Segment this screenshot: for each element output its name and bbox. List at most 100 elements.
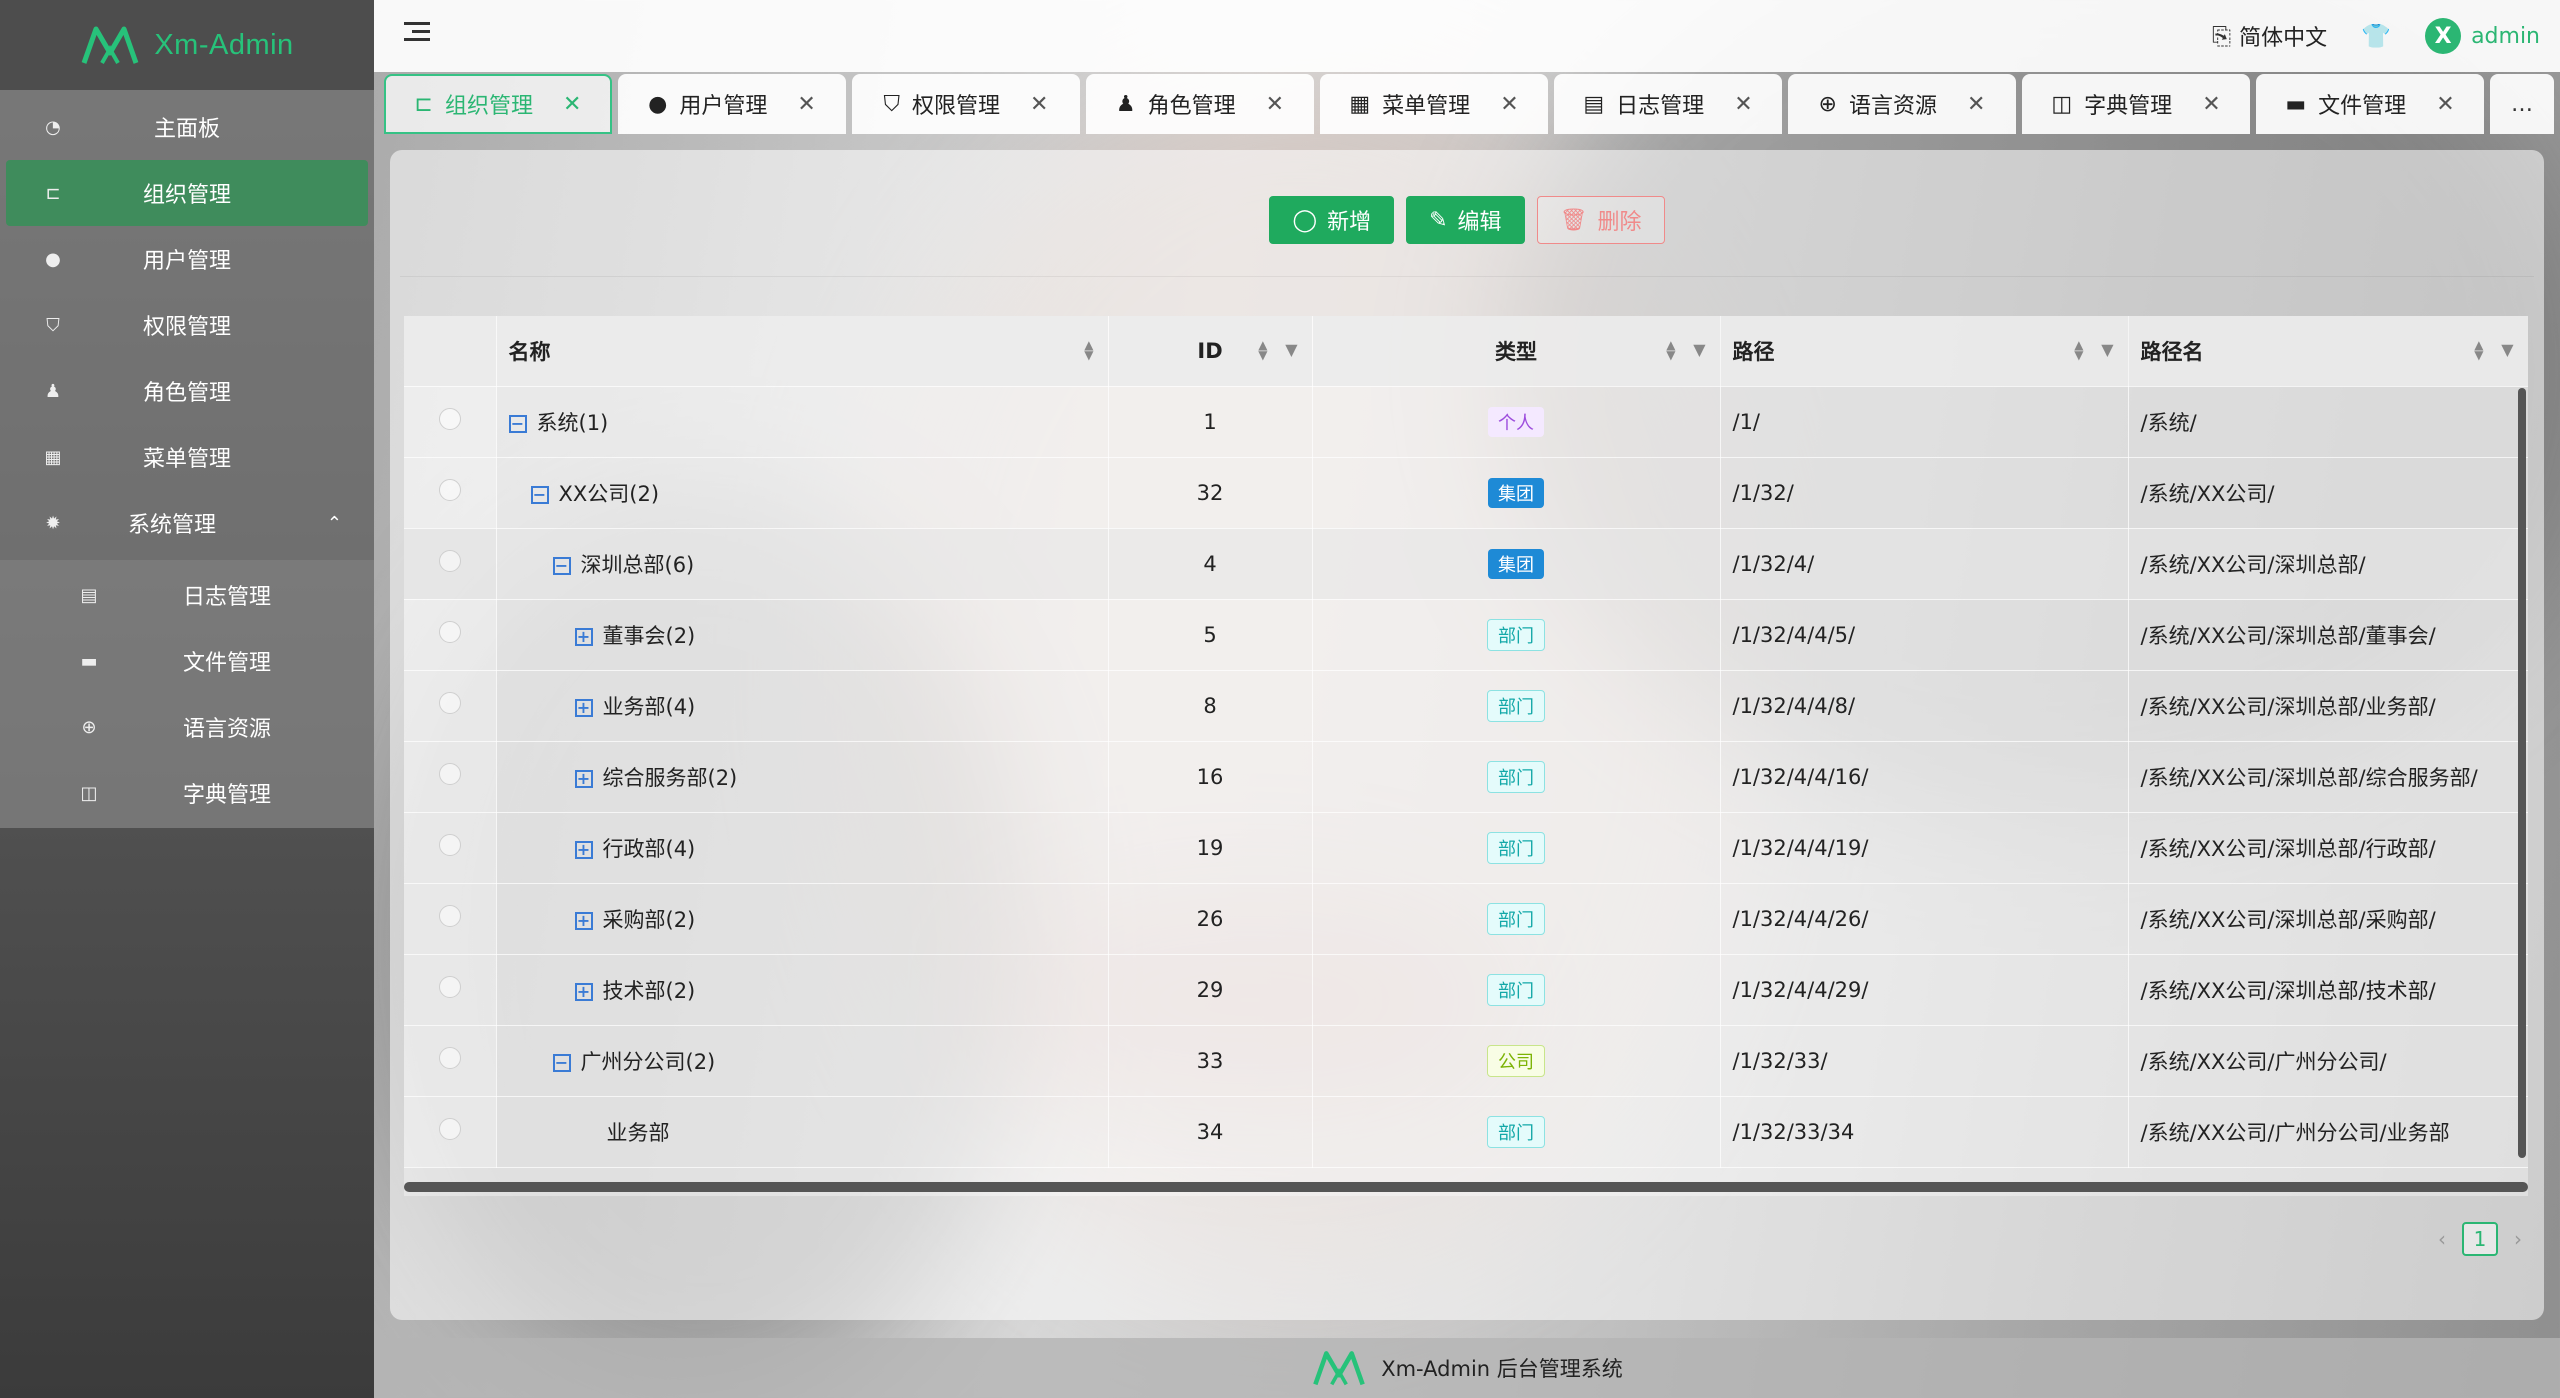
row-radio[interactable] [438, 1047, 461, 1069]
close-icon[interactable]: ✕ [1266, 92, 1284, 117]
row-radio[interactable] [438, 550, 461, 572]
user-menu[interactable]: Ⅹ admin [2425, 18, 2540, 54]
close-icon[interactable]: ✕ [563, 92, 581, 117]
table-row[interactable]: − 深圳总部(6) 4 集团/1/32/4//系统/XX公司/深圳总部/ [404, 528, 2528, 600]
table-row[interactable]: − XX公司(2) 32 集团/1/32//系统/XX公司/ [404, 457, 2528, 529]
org-chart-icon: ⊏ [414, 91, 433, 117]
expand-icon[interactable]: + [574, 911, 593, 930]
sort-icon[interactable]: ▲ ▼ [2474, 339, 2483, 361]
tab-files[interactable]: ▬ 文件管理 ✕ [2256, 74, 2484, 134]
close-icon[interactable]: ✕ [1500, 92, 1518, 117]
close-icon[interactable]: ✕ [1967, 92, 1985, 117]
name-text: 系统(1) [536, 410, 609, 435]
sidebar-item-languages[interactable]: ⊕ 语言资源 [0, 694, 374, 760]
filter-icon[interactable]: ▼ [2501, 340, 2513, 359]
cell-path-name: /系统/XX公司/深圳总部/综合服务部/ [2128, 741, 2528, 813]
cell-path-name: /系统/XX公司/深圳总部/行政部/ [2128, 812, 2528, 884]
row-radio[interactable] [438, 905, 461, 927]
filter-icon[interactable]: ▼ [1693, 340, 1705, 359]
table-row[interactable]: − 广州分公司(2) 33 公司/1/32/33//系统/XX公司/广州分公司/ [404, 1025, 2528, 1097]
sidebar-item-system[interactable]: ✹ 系统管理 ⌃ [0, 490, 374, 556]
table-row[interactable]: − 系统(1) 1 个人/1//系统/ [404, 386, 2528, 458]
horizontal-scrollbar[interactable] [404, 1182, 2528, 1192]
tab-organization[interactable]: ⊏ 组织管理 ✕ [384, 74, 612, 134]
row-radio[interactable] [438, 408, 461, 430]
filter-icon[interactable]: ▼ [2101, 340, 2113, 359]
sort-icon[interactable]: ▲ ▼ [1666, 339, 1675, 361]
column-header-path[interactable]: 路径 ▲ ▼ ▼ [1720, 316, 2129, 387]
collapse-icon[interactable]: − [552, 1053, 571, 1072]
edit-button[interactable]: ✎ 编辑 [1406, 196, 1525, 244]
column-header-label: 路径名 [2140, 339, 2204, 364]
vertical-scrollbar[interactable] [2518, 388, 2526, 1158]
table-row[interactable]: + 综合服务部(2) 16 部门/1/32/4/4/16//系统/XX公司/深圳总部/… [404, 741, 2528, 813]
table-row[interactable]: + 董事会(2) 5 部门/1/32/4/4/5//系统/XX公司/深圳总部/董事会/ [404, 599, 2528, 671]
tab-roles[interactable]: ♟ 角色管理 ✕ [1086, 74, 1314, 134]
expand-icon[interactable]: + [574, 840, 593, 859]
row-radio[interactable] [438, 976, 461, 998]
row-radio[interactable] [438, 479, 461, 501]
prev-page-icon[interactable]: ‹ [2438, 1227, 2446, 1251]
tab-languages[interactable]: ⊕ 语言资源 ✕ [1788, 74, 2016, 134]
close-icon[interactable]: ✕ [2436, 92, 2454, 117]
sort-icon[interactable]: ▲ ▼ [1084, 339, 1093, 361]
table-row[interactable]: + 业务部(4) 8 部门/1/32/4/4/8//系统/XX公司/深圳总部/业务部/ [404, 670, 2528, 742]
column-header-path-name[interactable]: 路径名 ▲ ▼ ▼ [2128, 316, 2528, 387]
sidebar-item-organization[interactable]: ⊏ 组织管理 [6, 160, 368, 226]
collapse-icon[interactable]: − [508, 414, 527, 433]
expand-icon[interactable]: + [574, 627, 593, 646]
row-radio[interactable] [438, 834, 461, 856]
logo[interactable]: Xm-Admin [0, 0, 374, 90]
row-select-cell [404, 883, 497, 955]
sidebar-item-files[interactable]: ▬ 文件管理 [0, 628, 374, 694]
tab-permissions[interactable]: ⛉ 权限管理 ✕ [852, 74, 1080, 134]
cell-path: /1/32/4/4/29/ [1720, 954, 2129, 1026]
tab-users[interactable]: ● 用户管理 ✕ [618, 74, 846, 134]
sidebar-item-menus[interactable]: ▦ 菜单管理 [0, 424, 374, 490]
page-number[interactable]: 1 [2462, 1222, 2498, 1256]
tabs-more-button[interactable]: … [2490, 74, 2554, 134]
add-button[interactable]: ◯ 新增 [1269, 196, 1395, 244]
close-icon[interactable]: ✕ [1734, 92, 1752, 117]
tab-dictionary[interactable]: ◫ 字典管理 ✕ [2022, 74, 2250, 134]
sort-icon[interactable]: ▲ ▼ [2074, 339, 2083, 361]
row-radio[interactable] [438, 1118, 461, 1140]
tab-menus[interactable]: ▦ 菜单管理 ✕ [1320, 74, 1548, 134]
row-radio[interactable] [438, 763, 461, 785]
sidebar-item-logs[interactable]: ▤ 日志管理 [0, 562, 374, 628]
column-header-type[interactable]: 类型 ▲ ▼ ▼ [1312, 316, 1721, 387]
expand-icon[interactable]: + [574, 769, 593, 788]
close-icon[interactable]: ✕ [1030, 92, 1048, 117]
row-radio[interactable] [438, 621, 461, 643]
table-row[interactable]: 业务部 34 部门/1/32/33/34/系统/XX公司/广州分公司/业务部 [404, 1096, 2528, 1168]
column-header-id[interactable]: ID ▲ ▼ ▼ [1108, 316, 1313, 387]
sidebar-item-users[interactable]: ● 用户管理 [0, 226, 374, 292]
language-switcher[interactable]: ⎘ 简体中文 [2212, 20, 2327, 52]
sidebar-item-dashboard[interactable]: ◔ 主面板 [0, 94, 374, 160]
sidebar-item-roles[interactable]: ♟ 角色管理 [0, 358, 374, 424]
column-header-name[interactable]: 名称 ▲ ▼ [496, 316, 1109, 387]
next-page-icon[interactable]: › [2514, 1227, 2522, 1251]
collapse-menu-icon[interactable] [404, 22, 430, 44]
sidebar-item-dictionary[interactable]: ◫ 字典管理 [0, 760, 374, 826]
expand-icon[interactable]: + [574, 698, 593, 717]
tab-logs[interactable]: ▤ 日志管理 ✕ [1554, 74, 1782, 134]
cell-id: 32 [1108, 457, 1313, 529]
table-row[interactable]: + 采购部(2) 26 部门/1/32/4/4/26//系统/XX公司/深圳总部/采购… [404, 883, 2528, 955]
theme-shirt-icon[interactable]: 👕 [2361, 22, 2391, 50]
close-icon[interactable]: ✕ [797, 92, 815, 117]
row-radio[interactable] [438, 692, 461, 714]
sidebar-item-permissions[interactable]: ⛉ 权限管理 [0, 292, 374, 358]
table-row[interactable]: + 行政部(4) 19 部门/1/32/4/4/19//系统/XX公司/深圳总部/行政… [404, 812, 2528, 884]
table-row[interactable]: + 技术部(2) 29 部门/1/32/4/4/29//系统/XX公司/深圳总部/技术… [404, 954, 2528, 1026]
close-icon[interactable]: ✕ [2202, 92, 2220, 117]
delete-button[interactable]: 🗑 删除 [1536, 196, 1665, 244]
expand-icon[interactable]: + [574, 982, 593, 1001]
collapse-icon[interactable]: − [530, 485, 549, 504]
collapse-icon[interactable]: − [552, 556, 571, 575]
cell-path-name: /系统/XX公司/广州分公司/ [2128, 1025, 2528, 1097]
sort-icon[interactable]: ▲ ▼ [1258, 339, 1267, 361]
name-text: XX公司(2) [558, 481, 660, 506]
filter-icon[interactable]: ▼ [1285, 340, 1297, 359]
footer: Xm-Admin 后台管理系统 [374, 1338, 2560, 1398]
